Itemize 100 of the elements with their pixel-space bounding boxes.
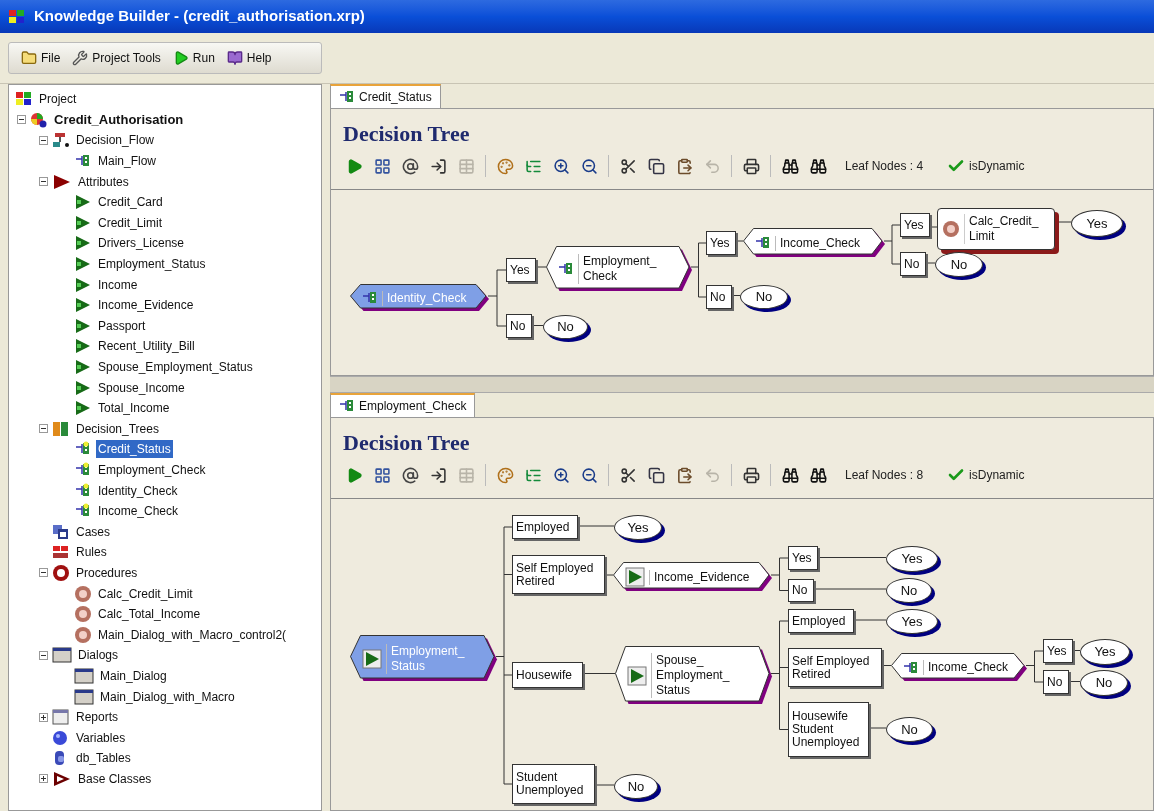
tree-item[interactable]: Calc_Credit_Limit [96, 584, 195, 603]
leaf-node[interactable]: No [740, 285, 788, 309]
branch-label[interactable]: Student Unemployed [512, 764, 595, 804]
branch-label[interactable]: No [506, 314, 532, 338]
tree-item[interactable]: Identity_Check [96, 481, 180, 500]
tree-item[interactable]: Passport [96, 316, 148, 335]
connector-line [735, 240, 744, 242]
zoom-in-icon [552, 466, 570, 484]
collapse-icon[interactable] [39, 568, 48, 578]
leaf-node[interactable]: Yes [886, 546, 938, 572]
tree-item[interactable]: Credit_Card [96, 193, 165, 212]
tree-item[interactable]: Total_Income [96, 399, 172, 418]
menu-button[interactable]: File [21, 49, 61, 67]
branch-label[interactable]: Housewife Student Unemployed [788, 702, 869, 757]
menu-button[interactable]: Run [172, 49, 215, 67]
expand-icon[interactable] [39, 712, 48, 722]
branch-label[interactable]: No [900, 252, 926, 276]
tree-item[interactable]: Spouse_Employment_Status [96, 358, 255, 376]
branch-label[interactable]: No [706, 285, 732, 309]
tree-item[interactable]: Cases [74, 522, 112, 541]
decision-node[interactable]: Income_Evidence [613, 562, 773, 592]
tree-item[interactable]: Main_Dialog [98, 666, 169, 685]
tree-item[interactable]: Recent_Utility_Bill [96, 337, 197, 356]
tree-item[interactable]: Procedures [74, 563, 140, 582]
leaf-node[interactable]: Yes [886, 609, 938, 634]
tree-item[interactable]: Rules [74, 543, 109, 562]
branch-label[interactable]: No [1043, 670, 1069, 694]
tree-item[interactable]: Employment_Status [96, 255, 208, 274]
branch-label[interactable]: Employed [788, 609, 854, 633]
decision-node[interactable]: Employment_ Check [546, 246, 693, 292]
leaf-node[interactable]: No [886, 578, 932, 603]
connector-line [929, 226, 938, 228]
tree-item[interactable]: Variables [74, 728, 128, 747]
document-tab[interactable]: Credit_Status [330, 84, 441, 108]
leaf-node[interactable]: No [1080, 670, 1128, 696]
undo-icon [703, 157, 721, 175]
triangle-icon [74, 297, 92, 314]
tree-item[interactable]: Reports [74, 708, 121, 727]
connector-line [853, 619, 887, 621]
menu-button[interactable]: Help [226, 49, 272, 67]
tree-item[interactable]: Main_Flow [96, 152, 159, 171]
tree-item[interactable]: Base Classes [76, 769, 154, 788]
connector-line [1072, 650, 1081, 651]
leaf-node[interactable]: No [886, 717, 933, 742]
decision-node[interactable]: Income_Check [743, 228, 886, 258]
collapse-icon[interactable] [39, 650, 48, 660]
decision-node[interactable]: Spouse_ Employment_ Status [615, 646, 773, 705]
panel-title: Decision Tree [343, 429, 471, 457]
tree-item[interactable]: Main_Dialog_with_Macro_control2( [96, 625, 289, 644]
expand-icon[interactable] [39, 774, 48, 784]
tree-item[interactable]: Employment_Check [96, 461, 208, 479]
tab-label: Credit_Status [359, 89, 432, 106]
tree-item[interactable]: Dialogs [76, 646, 121, 665]
collapse-icon[interactable] [39, 424, 48, 434]
tree-item[interactable]: Drivers_License [96, 234, 187, 253]
tree-item[interactable]: Decision_Trees [74, 419, 161, 438]
leaf-node[interactable]: Yes [614, 515, 662, 540]
branch-label[interactable]: Yes [1043, 639, 1073, 663]
node-label: Employment_ Check [578, 254, 657, 284]
tree-item[interactable]: Income_Evidence [96, 296, 196, 315]
document-tab[interactable]: Employment_Check [330, 393, 476, 417]
checkbox-label: isDynamic [969, 467, 1025, 484]
window-title: Knowledge Builder - (credit_authorisation.xrp) [34, 6, 365, 27]
decision-node[interactable]: Income_Check [891, 653, 1028, 682]
leaf-node[interactable]: No [614, 774, 658, 799]
collapse-icon[interactable] [39, 177, 48, 187]
leaf-node[interactable]: No [935, 252, 983, 277]
branch-label[interactable]: Self Employed Retired [512, 555, 605, 594]
branch-label[interactable]: No [788, 579, 814, 602]
tree-item[interactable]: Credit_Authorisation [52, 110, 186, 130]
tree-item[interactable]: Income_Check [96, 502, 181, 521]
collapse-icon[interactable] [17, 115, 26, 125]
tree-item[interactable]: Attributes [76, 172, 131, 191]
tree-item[interactable]: Credit_Status [96, 440, 173, 459]
branch-label[interactable]: Yes [788, 546, 818, 570]
leaf-node[interactable]: No [543, 315, 588, 339]
leaf-node[interactable]: Yes [1080, 639, 1130, 665]
tree-icon [755, 236, 771, 250]
tree-item[interactable]: Decision_Flow [74, 131, 157, 150]
paste-icon [675, 466, 693, 484]
procedure-icon [74, 605, 92, 624]
tree-item[interactable]: Spouse_Income [96, 378, 187, 397]
branch-label[interactable]: Yes [900, 213, 930, 237]
branch-label[interactable]: Housewife [512, 662, 583, 688]
branch-label[interactable]: Self Employed Retired [788, 648, 882, 687]
menu-button[interactable]: Project Tools [72, 49, 161, 67]
branch-label[interactable]: Yes [506, 258, 536, 282]
branch-label[interactable]: Employed [512, 515, 578, 539]
tree-item[interactable]: Income [96, 275, 140, 294]
book-icon [226, 50, 243, 66]
tree-item[interactable]: Calc_Total_Income [96, 605, 203, 624]
panel-title: Decision Tree [343, 120, 471, 148]
report-icon [52, 709, 70, 726]
tree-item[interactable]: Credit_Limit [96, 213, 165, 232]
tree-item[interactable]: db_Tables [74, 749, 133, 768]
collapse-icon[interactable] [39, 136, 48, 145]
branch-label[interactable]: Yes [706, 231, 736, 255]
leaf-node[interactable]: Yes [1071, 210, 1123, 237]
tree-item[interactable]: Main_Dialog_with_Macro [98, 687, 237, 706]
tree-item[interactable]: Project [37, 90, 79, 109]
